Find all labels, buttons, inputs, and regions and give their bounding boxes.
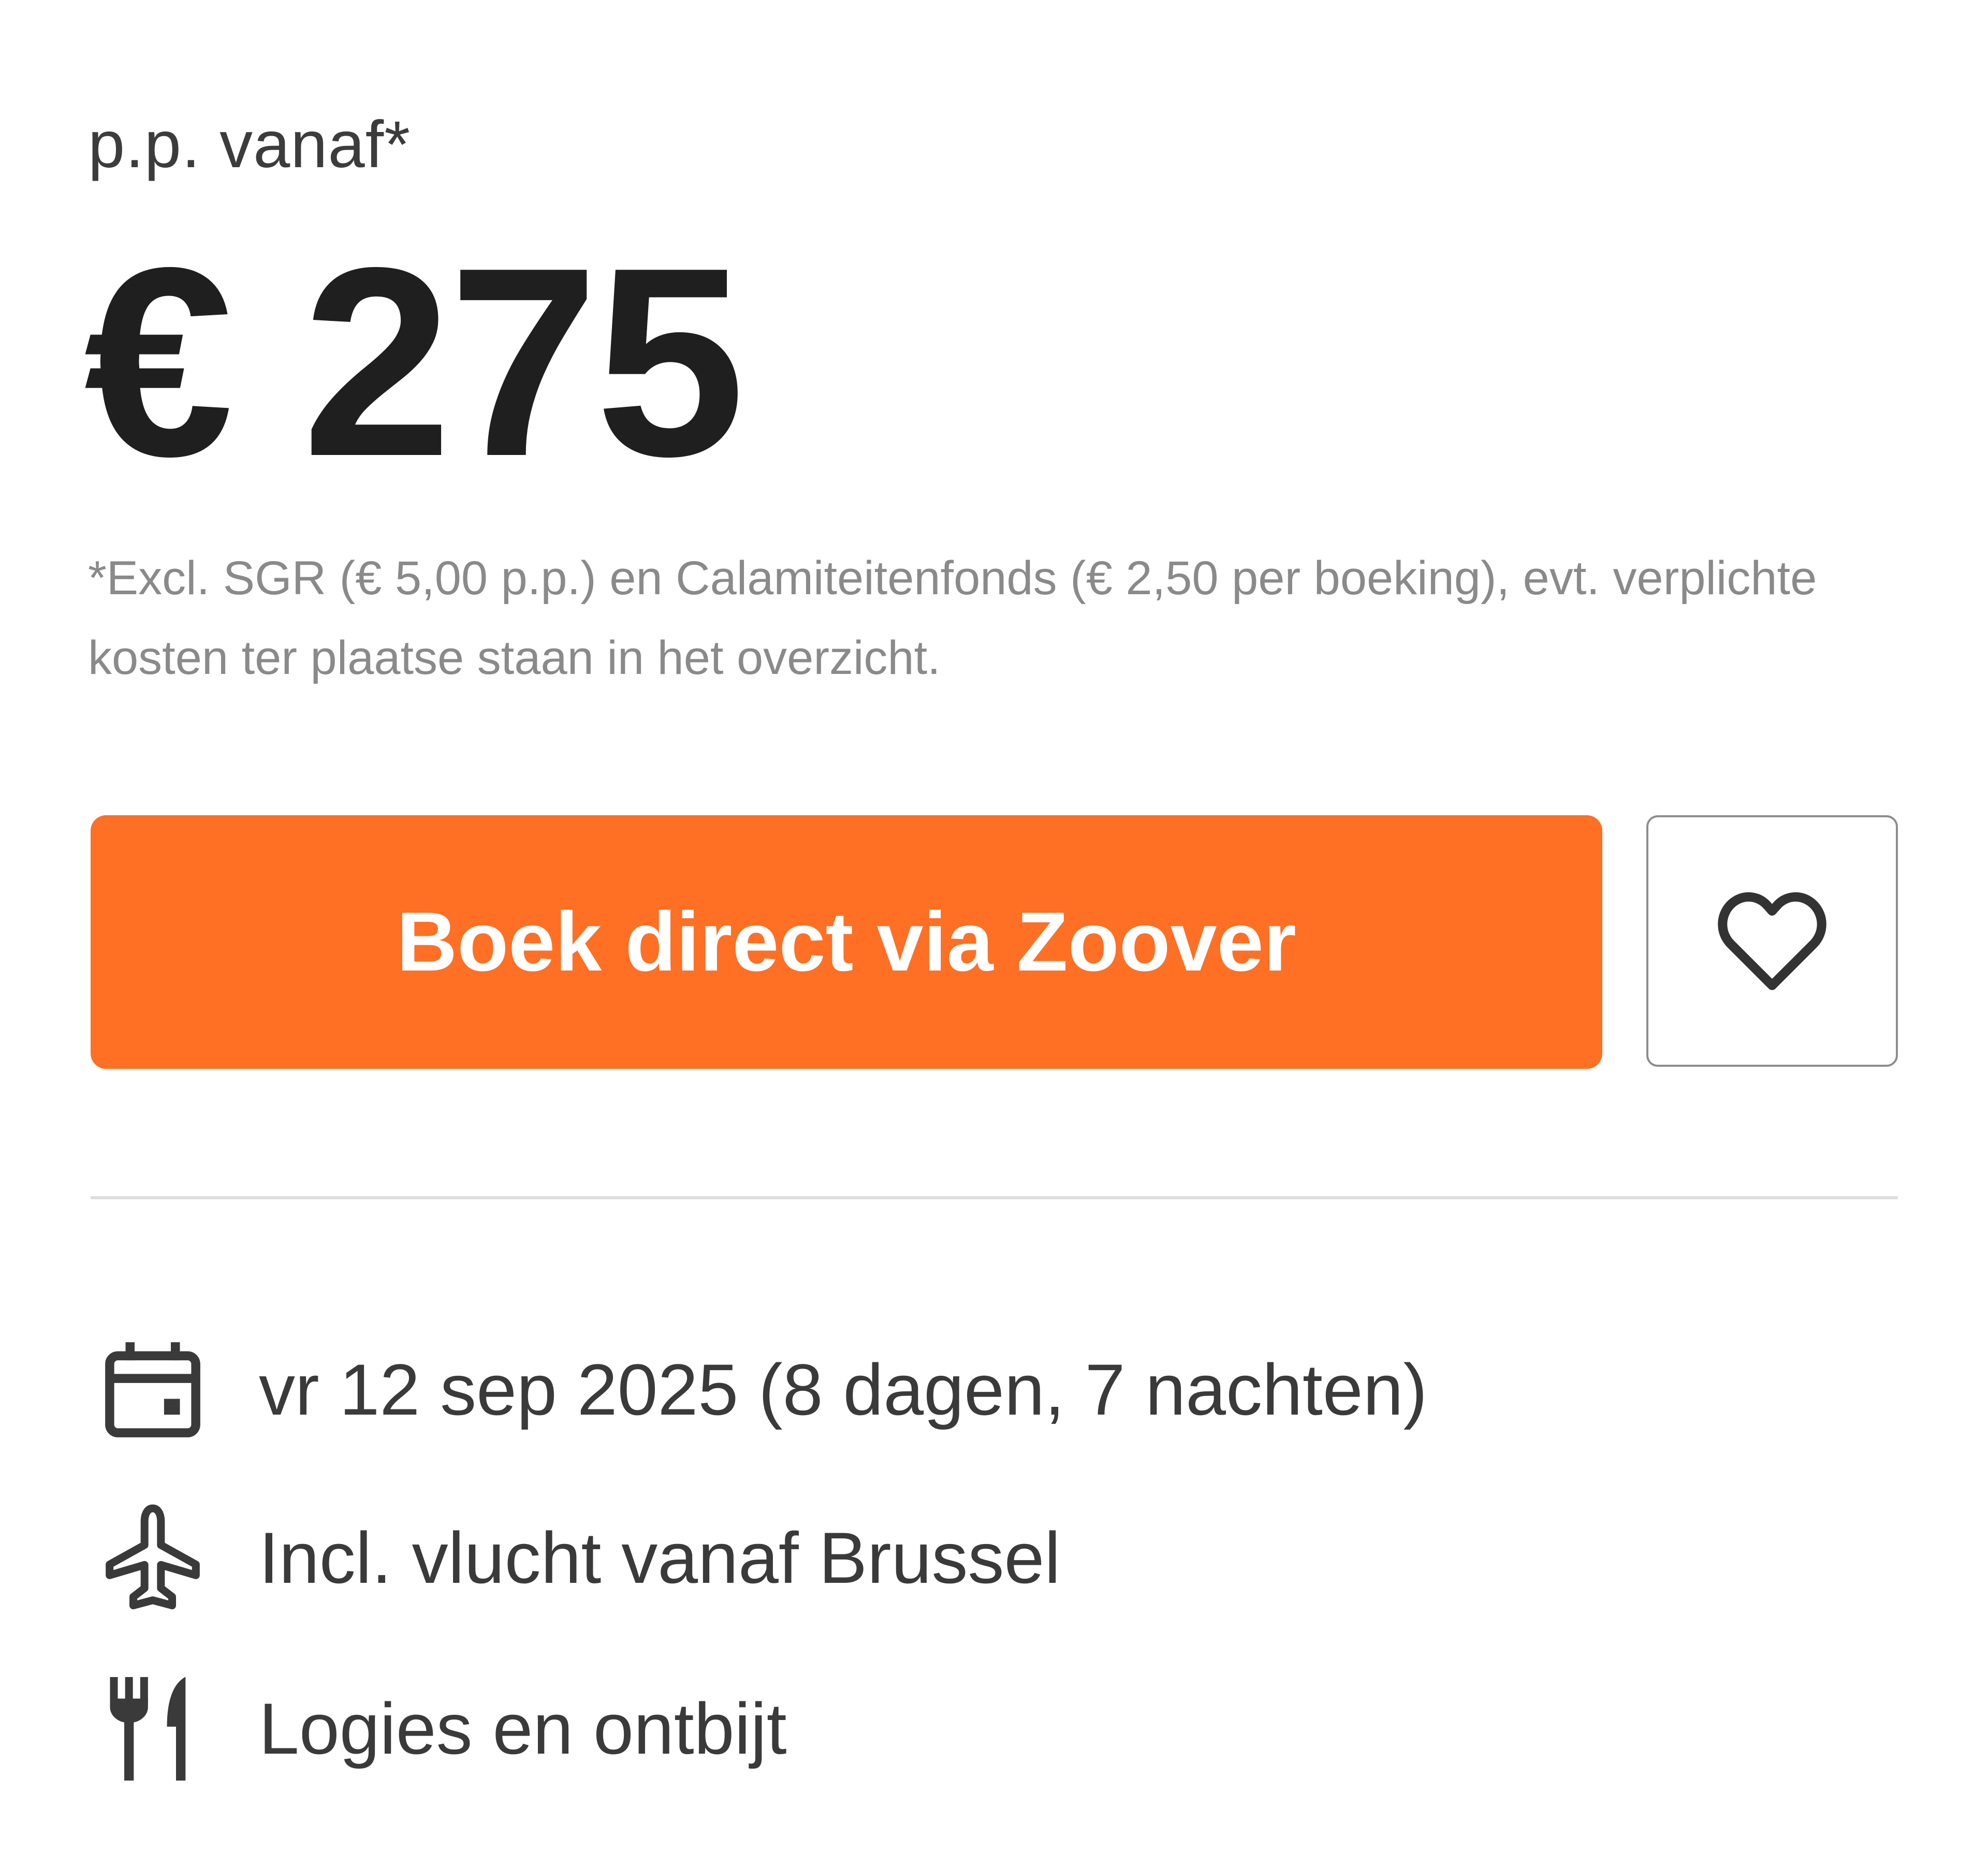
book-direct-button[interactable]: Boek direct via Zoover [91, 815, 1602, 1069]
heart-icon [1718, 892, 1826, 990]
fork-knife-icon [91, 1669, 215, 1788]
favorite-button[interactable] [1646, 815, 1898, 1067]
price-card: p.p. vanaf* € 275 *Excl. SGR (€ 5,00 p.p… [0, 0, 1988, 1867]
detail-board: Logies en ontbijt [91, 1669, 1851, 1788]
section-divider [91, 1196, 1898, 1199]
detail-date-text: vr 12 sep 2025 (8 dagen, 7 nachten) [259, 1349, 1428, 1430]
airplane-icon [91, 1498, 215, 1618]
price-prefix: p.p. vanaf* [88, 108, 411, 182]
detail-board-text: Logies en ontbijt [259, 1688, 787, 1769]
detail-flight-text: Incl. vlucht vanaf Brussel [259, 1517, 1061, 1598]
calendar-icon [91, 1330, 215, 1449]
detail-flight: Incl. vlucht vanaf Brussel [91, 1498, 1851, 1618]
detail-date: vr 12 sep 2025 (8 dagen, 7 nachten) [91, 1330, 1851, 1449]
price-value: € 275 [84, 212, 745, 512]
price-disclaimer: *Excl. SGR (€ 5,00 p.p.) en Calamiteiten… [88, 552, 1817, 684]
